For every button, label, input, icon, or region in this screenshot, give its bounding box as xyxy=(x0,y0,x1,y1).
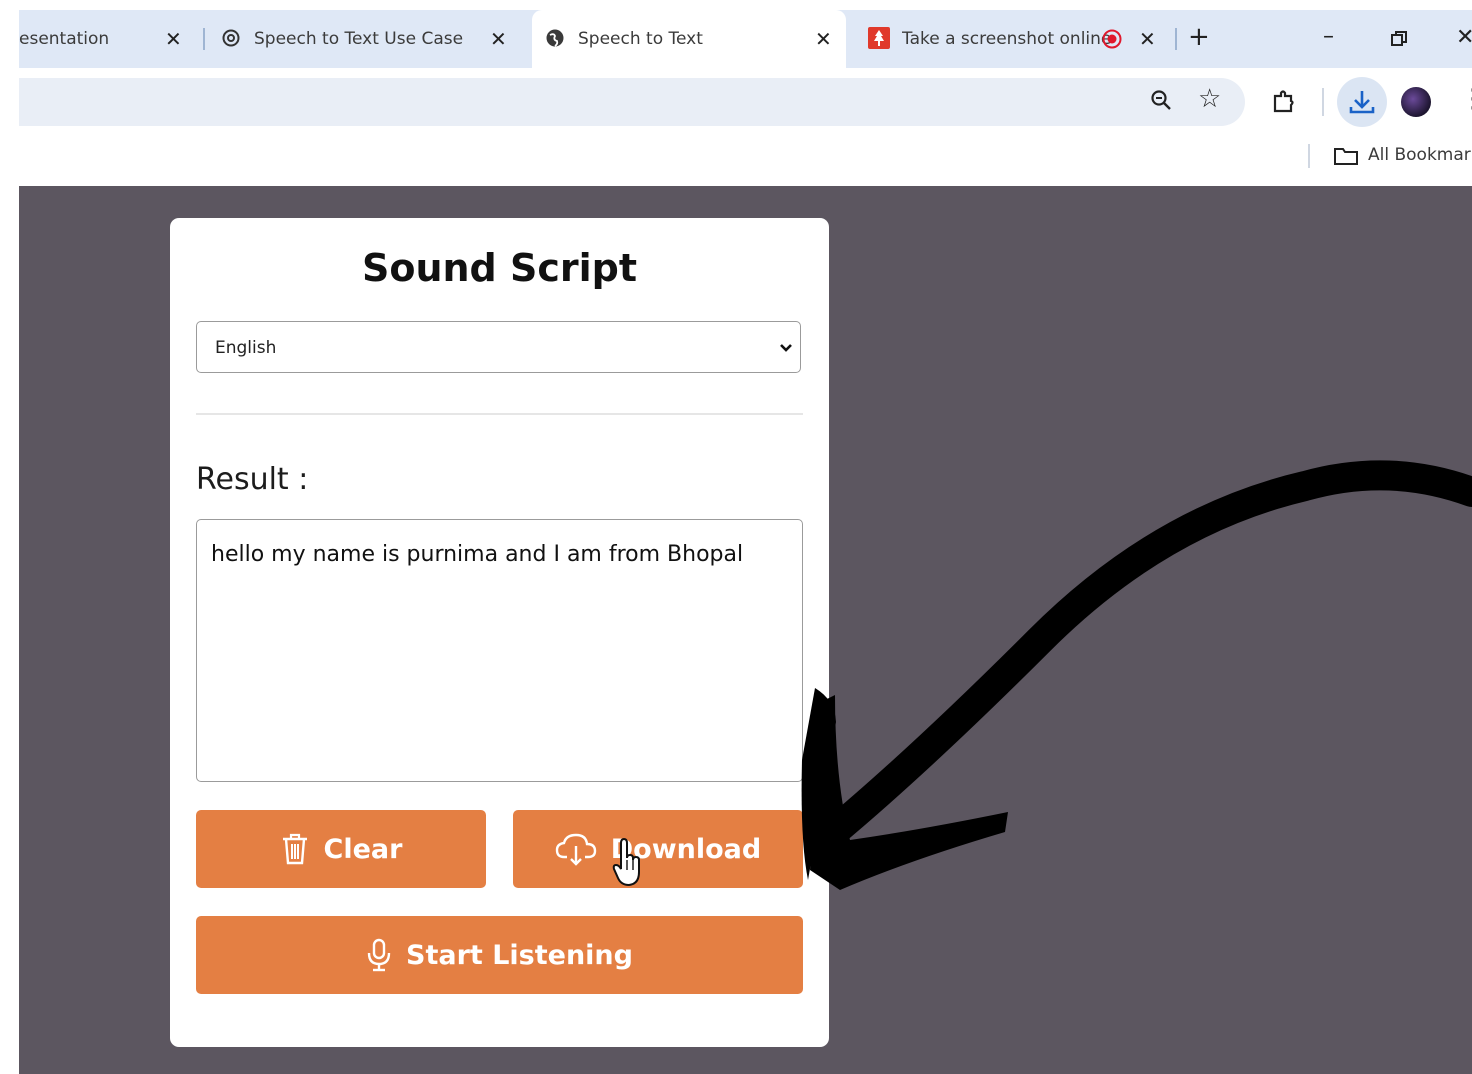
result-textarea[interactable]: hello my name is purnima and I am from B… xyxy=(196,519,803,782)
cloud-download-icon xyxy=(555,832,597,866)
globe-favicon-icon xyxy=(545,28,565,48)
tab-screenshot[interactable]: Take a screenshot online ✕ xyxy=(852,10,1172,68)
start-listening-button-label: Start Listening xyxy=(406,939,633,971)
tab-presentation[interactable]: esentation ✕ xyxy=(19,10,204,68)
close-tab-icon[interactable]: ✕ xyxy=(165,27,182,51)
tab-title: Take a screenshot online xyxy=(902,29,1112,49)
result-text: hello my name is purnima and I am from B… xyxy=(211,542,744,567)
close-tab-icon[interactable]: ✕ xyxy=(1139,27,1156,51)
trash-icon xyxy=(280,832,310,866)
new-tab-button[interactable]: + xyxy=(1188,22,1210,52)
language-select-value: English xyxy=(215,338,277,358)
menu-dots-icon[interactable]: ⋮ xyxy=(1460,84,1472,114)
openai-favicon-icon xyxy=(222,29,240,47)
microphone-icon xyxy=(366,938,392,972)
tab-speech-use-case[interactable]: Speech to Text Use Case ✕ xyxy=(208,10,528,68)
tab-speech-to-text[interactable]: Speech to Text ✕ xyxy=(532,10,846,68)
downloads-icon[interactable] xyxy=(1337,77,1387,127)
tab-separator xyxy=(203,28,205,50)
close-tab-icon[interactable]: ✕ xyxy=(815,27,832,51)
tab-separator xyxy=(1175,28,1177,50)
restore-icon[interactable] xyxy=(1390,30,1408,48)
bookmarks-separator xyxy=(1308,144,1310,168)
close-window-icon[interactable]: ✕ xyxy=(1456,25,1472,50)
tab-title: Speech to Text Use Case xyxy=(254,29,464,49)
zoom-icon[interactable] xyxy=(1150,89,1174,113)
browser-toolbar xyxy=(19,68,1472,129)
recording-icon xyxy=(1102,29,1122,49)
minimize-icon[interactable]: – xyxy=(1323,24,1334,49)
address-bar[interactable] xyxy=(19,78,1245,126)
annotation-arrow xyxy=(801,460,1472,890)
tab-title: Speech to Text xyxy=(578,29,703,49)
bookmarks-bar xyxy=(19,129,1472,186)
result-label: Result : xyxy=(196,462,309,497)
clear-button-label: Clear xyxy=(323,833,403,865)
tab-title: esentation xyxy=(19,29,110,49)
bookmark-star-icon[interactable]: ☆ xyxy=(1198,84,1221,114)
extensions-icon[interactable] xyxy=(1270,88,1298,116)
folder-icon xyxy=(1333,145,1359,167)
all-bookmarks-link[interactable]: All Bookmark xyxy=(1368,145,1472,165)
profile-avatar[interactable] xyxy=(1401,87,1431,117)
chevron-down-icon xyxy=(779,340,793,354)
divider xyxy=(196,413,803,415)
toolbar-separator xyxy=(1322,88,1324,116)
start-listening-button[interactable]: Start Listening xyxy=(196,916,803,994)
hand-cursor-icon xyxy=(612,837,642,890)
close-tab-icon[interactable]: ✕ xyxy=(490,27,507,51)
language-select[interactable]: English xyxy=(196,321,801,373)
clear-button[interactable]: Clear xyxy=(196,810,486,888)
app-title: Sound Script xyxy=(361,246,638,290)
screenshot-favicon-icon xyxy=(868,27,890,49)
